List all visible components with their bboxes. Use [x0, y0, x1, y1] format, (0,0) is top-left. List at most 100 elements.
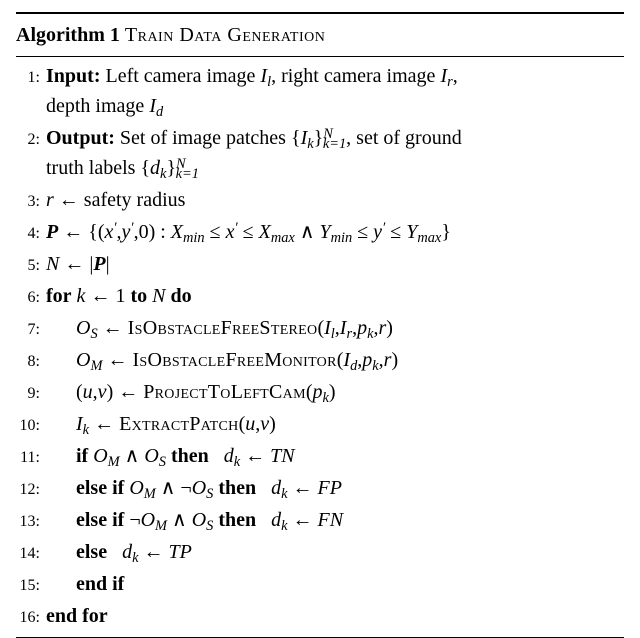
- sym-Il2: I: [324, 317, 331, 339]
- kw-endfor: end for: [46, 605, 108, 627]
- sym-OM4: O: [141, 509, 155, 531]
- sub-OM2: M: [108, 454, 120, 470]
- line-number: 2:: [16, 128, 46, 152]
- algorithm-number: Algorithm 1: [16, 24, 120, 46]
- algo-line: 16: end for: [16, 601, 624, 631]
- sub-OM4: M: [155, 518, 167, 534]
- sym-Il-sub: l: [267, 74, 271, 90]
- line-number: 15:: [16, 574, 46, 598]
- leq3: ≤: [352, 221, 373, 243]
- sub-ymax: max: [417, 230, 441, 246]
- kw-then2: then: [218, 477, 256, 499]
- sub-dk5: k: [132, 550, 138, 566]
- line-content: r ← safety radius: [46, 185, 624, 215]
- line-number: 11:: [16, 446, 46, 470]
- sym-TN: TN: [270, 445, 294, 467]
- sym-FN: FN: [318, 509, 344, 531]
- line-number: 6:: [16, 286, 46, 310]
- sym-r3: r: [384, 349, 392, 371]
- sym-u2: u: [245, 413, 255, 435]
- sym-Xmin: X: [171, 221, 183, 243]
- txt-ground: , set of ground: [346, 127, 462, 149]
- line-number: 13:: [16, 510, 46, 534]
- sub-ymin: min: [331, 230, 353, 246]
- sub-xmax: max: [271, 230, 295, 246]
- sym-Xmax: X: [259, 221, 271, 243]
- sub-Ik2: k: [83, 422, 89, 438]
- comma: ,: [453, 65, 458, 87]
- sym-one: 1: [115, 285, 125, 307]
- line-content: (u,v) ← ProjectToLeftCam(pk): [46, 377, 624, 407]
- sup-xp2: ′: [234, 220, 237, 236]
- fn-monitor: IsObstacleFreeMonitor: [132, 349, 336, 371]
- arrow: ←: [288, 477, 318, 499]
- algo-line: 3: r ← safety radius: [16, 185, 624, 215]
- sym-zero: 0: [139, 221, 149, 243]
- line-number: 4:: [16, 222, 46, 246]
- kw-elseif: else if: [76, 477, 124, 499]
- and3: ∧: [156, 477, 181, 499]
- algo-line: 15: end if: [16, 569, 624, 599]
- algo-line: 8: OM ← IsObstacleFreeMonitor(Id,pk,r): [16, 345, 624, 375]
- kw-for: for: [46, 285, 72, 307]
- sym-pk3: p: [313, 381, 323, 403]
- sym-yp2: y: [373, 221, 382, 243]
- line-number: 10:: [16, 414, 46, 438]
- kw-if: if: [76, 445, 88, 467]
- algo-line: 12: else if OM ∧ ¬OS then dk ← FP: [16, 473, 624, 503]
- arrow: ←: [89, 413, 119, 435]
- line-number: 14:: [16, 542, 46, 566]
- sub-OS2: S: [159, 454, 166, 470]
- line-content: OM ← IsObstacleFreeMonitor(Id,pk,r): [46, 345, 624, 375]
- sub-OS4: S: [206, 518, 213, 534]
- arrow: ←: [98, 317, 128, 339]
- sub-OM: M: [90, 358, 102, 374]
- sub-k1b: k=1: [176, 166, 199, 182]
- kw-do: do: [170, 285, 191, 307]
- kw-elseif2: else if: [76, 509, 124, 531]
- sub-Id2: d: [350, 358, 357, 374]
- line-content: OS ← IsObstacleFreeStereo(Il,Ir,pk,r): [46, 313, 624, 343]
- sym-Ik2: I: [76, 413, 83, 435]
- neg1: ¬: [180, 477, 191, 499]
- sym-Ymin: Y: [319, 221, 330, 243]
- algo-line: 11: if OM ∧ OS then dk ← TN: [16, 441, 624, 471]
- sub-k1: k=1: [323, 136, 346, 152]
- txt-depth: depth image: [46, 95, 149, 117]
- txt-safety: safety radius: [84, 189, 186, 211]
- line-number: 9:: [16, 382, 46, 406]
- algorithm-title: Algorithm 1 Train Data Generation: [16, 18, 624, 52]
- arrow: ←: [59, 253, 89, 275]
- line-content: end if: [46, 569, 624, 599]
- algo-line: 10: Ik ← ExtractPatch(u,v): [16, 409, 624, 439]
- sym-dk-sub: k: [160, 166, 166, 182]
- sup-yp: ′: [130, 220, 133, 236]
- sym-OS3: O: [192, 477, 206, 499]
- sym-Ir-sub: r: [447, 74, 453, 90]
- line-number: 7:: [16, 318, 46, 342]
- line-content: Input: Left camera image Il, right camer…: [46, 61, 624, 121]
- arrow: ←: [85, 285, 115, 307]
- line-content: end for: [46, 601, 624, 631]
- txt-leftcam: Left camera image: [100, 65, 260, 87]
- fn-extract: ExtractPatch: [119, 413, 239, 435]
- sub-OM3: M: [144, 486, 156, 502]
- sym-Ik-sub: k: [307, 136, 313, 152]
- sup-yp2: ′: [382, 220, 385, 236]
- line-content: else if ¬OM ∧ OS then dk ← FN: [46, 505, 624, 535]
- arrow: ←: [58, 221, 88, 243]
- line-number: 16:: [16, 606, 46, 630]
- txt-patches: Set of image patches: [115, 127, 291, 149]
- sym-u: u: [83, 381, 93, 403]
- sym-r: r: [46, 189, 54, 211]
- algo-line: 13: else if ¬OM ∧ OS then dk ← FN: [16, 505, 624, 535]
- sym-pk2: p: [362, 349, 372, 371]
- fn-proj: ProjectToLeftCam: [143, 381, 306, 403]
- fn-stereo: IsObstacleFreeStereo: [128, 317, 318, 339]
- sym-FP: FP: [318, 477, 342, 499]
- sub-xmin: min: [183, 230, 205, 246]
- arrow: ←: [288, 509, 318, 531]
- and1: ∧: [295, 221, 320, 243]
- line-number: 1:: [16, 66, 46, 90]
- algo-line: 4: P ← {(x′,y′,0) : Xmin ≤ x′ ≤ Xmax ∧ Y…: [16, 217, 624, 247]
